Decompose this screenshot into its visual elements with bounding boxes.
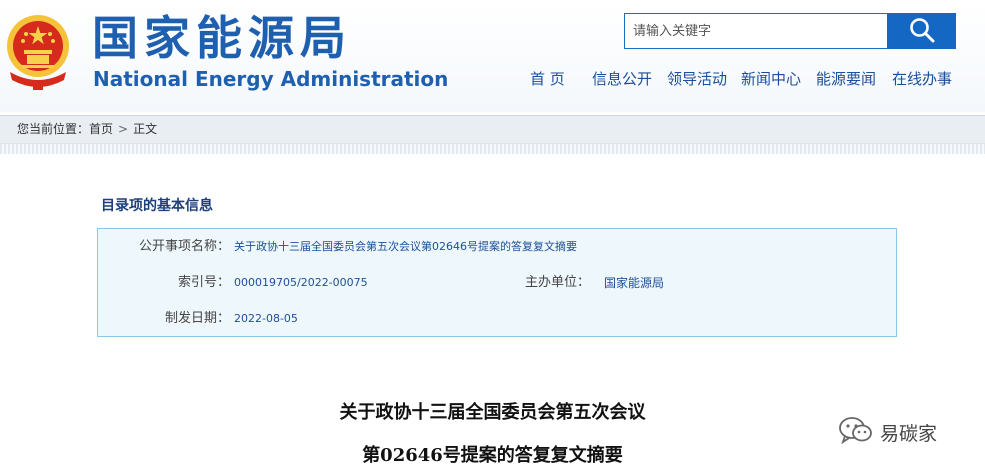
- index-number-label: 索引号：: [177, 275, 230, 290]
- nav-item-energy-news[interactable]: 能源要闻: [816, 69, 876, 89]
- item-name-value: 关于政协十三届全国委员会第五次会议第02646号提案的答复复文摘要: [234, 240, 577, 253]
- search-button[interactable]: [887, 13, 956, 49]
- main-nav: 首 页 信息公开 领导活动 新闻中心 能源要闻 在线办事: [530, 69, 970, 89]
- host-organization-label: 主办单位：: [524, 275, 590, 290]
- nav-item-info-disclosure[interactable]: 信息公开: [592, 69, 652, 89]
- site-name-en: National Energy Administration: [93, 67, 449, 91]
- wechat-watermark: 易碳家: [838, 416, 937, 448]
- index-number-value: 000019705/2022-00075: [234, 276, 368, 289]
- decorative-stripe: [0, 144, 985, 154]
- watermark-text: 易碳家: [880, 422, 938, 445]
- breadcrumb-current: 正文: [133, 122, 158, 136]
- search-icon: [909, 17, 935, 46]
- nav-item-home[interactable]: 首 页: [530, 69, 565, 89]
- breadcrumb-bar: 您当前位置：首页 > 正文: [0, 115, 985, 144]
- nav-item-leader-activities[interactable]: 领导活动: [667, 69, 727, 89]
- breadcrumb: 您当前位置：首页 > 正文: [17, 116, 157, 143]
- nav-item-news-center[interactable]: 新闻中心: [741, 69, 801, 89]
- breadcrumb-home-link[interactable]: 首页: [89, 116, 113, 143]
- breadcrumb-prefix: 您当前位置：: [17, 122, 90, 136]
- search-input[interactable]: [624, 13, 888, 49]
- site-header: 国家能源局 National Energy Administration 首 页…: [0, 0, 985, 112]
- catalog-info-box: 公开事项名称： 关于政协十三届全国委员会第五次会议第02646号提案的答复复文摘…: [97, 228, 897, 337]
- nav-item-online-services[interactable]: 在线办事: [892, 69, 952, 89]
- site-name-cn: 国家能源局: [92, 11, 352, 65]
- catalog-section-title: 目录项的基本信息: [101, 198, 213, 214]
- item-name-label: 公开事项名称：: [138, 239, 230, 254]
- national-emblem-icon: [4, 10, 72, 92]
- issue-date-label: 制发日期：: [164, 311, 230, 326]
- breadcrumb-separator: >: [118, 122, 129, 136]
- wechat-icon: [838, 416, 874, 448]
- issue-date-value: 2022-08-05: [234, 312, 298, 325]
- host-organization-value: 国家能源局: [604, 276, 665, 290]
